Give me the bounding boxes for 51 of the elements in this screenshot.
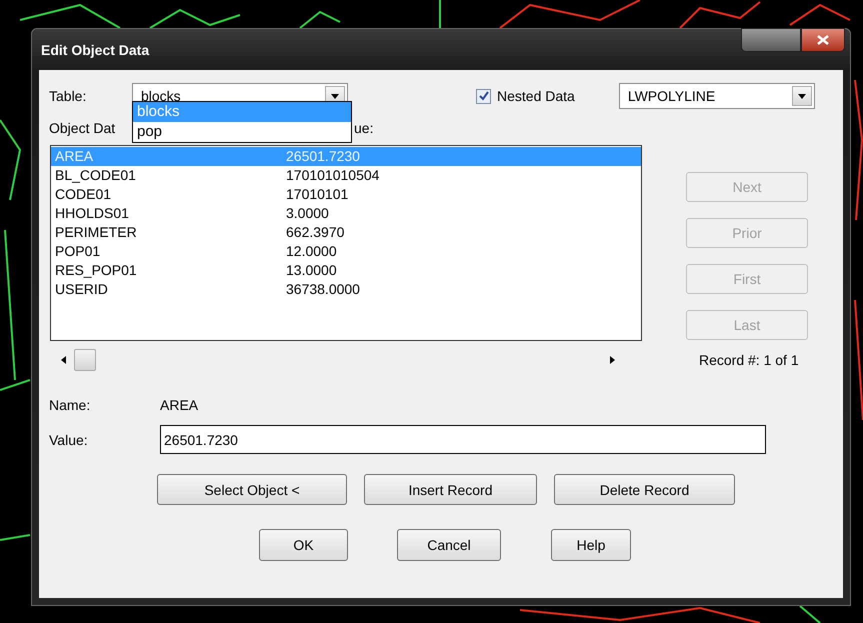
action-button[interactable]: Select Object < [157,474,347,505]
name-value: AREA [160,397,198,413]
value-field[interactable]: 26501.7230 [160,425,766,454]
window-button[interactable] [741,28,801,52]
column-header: Object Dat [49,120,116,136]
field-name: USERID [55,280,109,299]
list-row[interactable]: POP01 12.0000 [51,242,641,261]
action-button[interactable]: Insert Record [364,474,537,505]
check-icon [478,91,488,101]
field-value: 36738.0000 [286,280,360,299]
list-row[interactable]: PERIMETER 662.3970 [51,223,641,242]
list-row[interactable]: RES_POP01 13.0000 [51,261,641,280]
scroll-thumb[interactable] [74,349,96,371]
field-value: 26501.7230 [286,147,360,166]
list-row[interactable]: HHOLDS01 3.0000 [51,204,641,223]
table-label: Table: [49,88,88,104]
close-icon [817,35,829,45]
dropdown-arrow-icon [798,94,806,98]
field-name: HHOLDS01 [55,204,130,223]
window-title: Edit Object Data [40,42,150,58]
field-name: BL_CODE01 [55,166,137,185]
field-value: 12.0000 [286,242,337,261]
list-row[interactable]: CODE01 17010101 [51,185,641,204]
field-name: AREA [55,147,94,166]
record-counter: Record #: 1 of 1 [699,352,799,368]
action-button[interactable]: Delete Record [554,474,735,505]
field-value: 3.0000 [286,204,329,223]
scroll-left-icon[interactable] [61,356,66,364]
object-type-dropdown[interactable]: LWPOLYLINE [618,83,815,109]
scroll-right-icon[interactable] [610,356,615,364]
name-label: Name: [49,397,92,413]
dialog-button[interactable]: Cancel [397,529,501,561]
field-value: 17010101 [286,185,348,204]
field-name: POP01 [55,242,102,261]
dropdown-option[interactable]: pop [133,122,351,142]
dropdown-arrow-icon [331,94,339,98]
field-name: CODE01 [55,185,112,204]
dialog-button[interactable]: OK [259,529,348,561]
list-row[interactable]: BL_CODE01 170101010504 [51,166,641,185]
dialog-button[interactable]: Help [551,529,631,561]
close-button[interactable] [801,28,845,52]
value-label: Value: [49,432,89,448]
field-value: 13.0000 [286,261,337,280]
field-value: 170101010504 [286,166,380,185]
nested-data-label: Nested Data [497,88,575,104]
field-name: PERIMETER [55,223,138,242]
nested-data-checkbox[interactable] [476,88,491,104]
field-value: 662.3970 [286,223,344,242]
column-header: ue: [354,120,374,136]
list-row[interactable]: USERID 36738.0000 [51,280,641,299]
field-name: RES_POP01 [55,261,138,280]
